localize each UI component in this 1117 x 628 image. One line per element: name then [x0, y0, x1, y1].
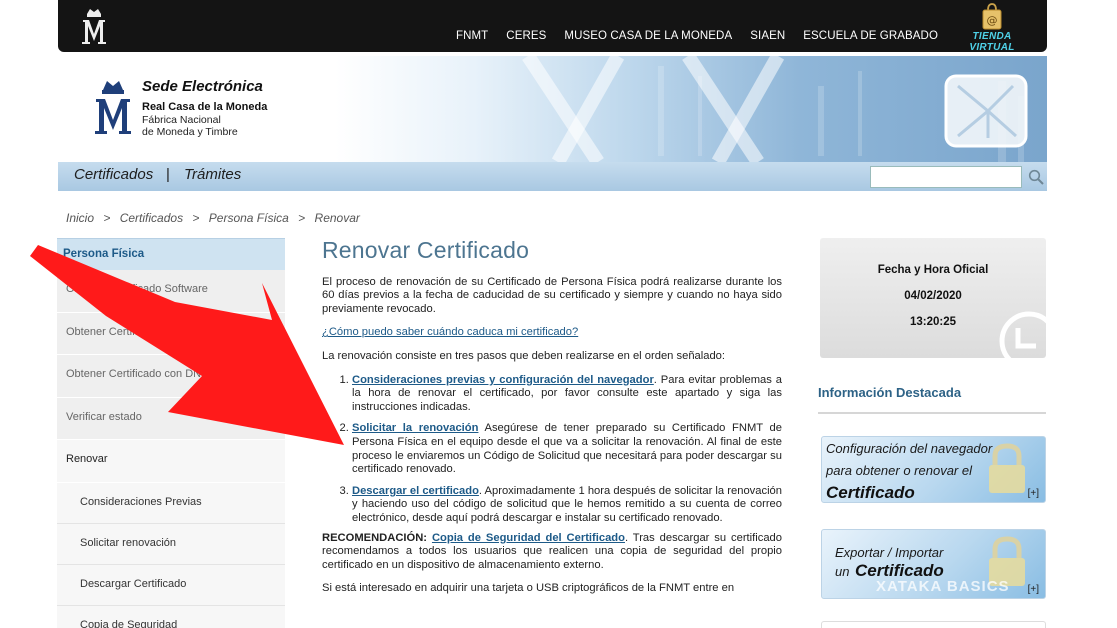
promo-configuracion[interactable]: Configuración del navegador para obtener…: [821, 436, 1046, 503]
promo2-plus[interactable]: [+]: [1028, 584, 1039, 595]
step-link-solicitar[interactable]: Solicitar la renovación: [352, 422, 478, 434]
header-banner: Sede Electrónica Real Casa de la Moneda …: [58, 56, 1047, 162]
sidebar-sub-descargar[interactable]: Descargar Certificado: [57, 564, 285, 606]
main-nav: Certificados | Trámites: [58, 162, 1047, 191]
breadcrumb-sep: >: [103, 211, 111, 225]
site-title-block: Sede Electrónica Real Casa de la Moneda …: [142, 78, 267, 138]
chip-icon: [944, 74, 1028, 148]
site-org: Real Casa de la Moneda: [142, 101, 268, 113]
nav-certificados[interactable]: Certificados: [74, 166, 153, 183]
nav-tramites[interactable]: Trámites: [184, 166, 241, 183]
step-link-consideraciones[interactable]: Consideraciones previas y configuración …: [352, 374, 654, 386]
sidebar-item-dnie[interactable]: Obtener Certificado con DNIe: [57, 355, 285, 398]
rec-label: RECOMENDACIÓN:: [322, 531, 428, 544]
sidebar-sub-copia[interactable]: Copia de Seguridad: [57, 605, 285, 628]
crown-m-logo-icon[interactable]: [78, 6, 110, 46]
promo1-plus[interactable]: [+]: [1028, 488, 1039, 499]
svg-text:@: @: [987, 14, 998, 27]
sidebar-sub-consideraciones[interactable]: Consideraciones Previas: [57, 482, 285, 524]
official-time-label: Fecha y Hora Oficial: [877, 264, 989, 276]
sidebar-item-software[interactable]: Obtener Certificado Software: [57, 270, 285, 313]
info-divider: [818, 412, 1046, 414]
sidebar-item-android[interactable]: Obtener Certificado con Android: [57, 312, 285, 355]
intro-paragraph: El proceso de renovación de su Certifica…: [322, 275, 782, 315]
promo1-line3: Certificado: [826, 483, 915, 502]
step-link-descargar[interactable]: Descargar el certificado: [352, 485, 479, 497]
step-item: Descargar el certificado. Aproximadament…: [352, 485, 782, 526]
breadcrumb-sep: >: [298, 211, 306, 225]
sidebar-item-renovar[interactable]: Renovar: [57, 440, 285, 483]
topnav-fnmt[interactable]: FNMT: [447, 30, 497, 42]
breadcrumb-certificados[interactable]: Certificados: [120, 211, 183, 225]
clock-icon: [999, 311, 1046, 358]
rec-link-copia[interactable]: Copia de Seguridad del Certificado: [432, 532, 625, 544]
recommendation: RECOMENDACIÓN: Copia de Seguridad del Ce…: [322, 532, 782, 573]
main-content: Renovar Certificado El proceso de renova…: [322, 237, 782, 606]
sidebar-sub-solicitar[interactable]: Solicitar renovación: [57, 523, 285, 565]
promo1-line1: Configuración del navegador: [826, 441, 993, 456]
steps-intro: La renovación consiste en tres pasos que…: [322, 349, 726, 362]
sidebar: Persona Física Obtener Certificado Softw…: [57, 238, 285, 628]
sidebar-item-verificar[interactable]: Verificar estado: [57, 397, 285, 440]
promo1-line2: para obtener o renovar el: [826, 463, 972, 478]
top-bar: FNMT CERES MUSEO CASA DE LA MONEDA SIAEN…: [58, 0, 1047, 53]
breadcrumb-inicio[interactable]: Inicio: [66, 211, 94, 225]
topnav-museo[interactable]: MUSEO CASA DE LA MONEDA: [555, 30, 741, 42]
topnav-escuela[interactable]: ESCUELA DE GRABADO: [794, 30, 947, 42]
site-sub1: Fábrica Nacional: [142, 114, 221, 126]
top-nav: FNMT CERES MUSEO CASA DE LA MONEDA SIAEN…: [447, 30, 947, 42]
site-title: Sede Electrónica: [142, 78, 263, 95]
bottom-box: [821, 621, 1046, 628]
breadcrumb: Inicio > Certificados > Persona Física >…: [66, 211, 366, 225]
step-item: Solicitar la renovación Asegúrese de ten…: [352, 422, 782, 476]
sidebar-heading[interactable]: Persona Física: [57, 238, 285, 270]
page-title: Renovar Certificado: [322, 237, 530, 263]
steps-list: Consideraciones previas y configuración …: [352, 374, 782, 526]
official-date: 04/02/2020: [904, 290, 962, 302]
official-time-box: Fecha y Hora Oficial 04/02/2020 13:20:25: [820, 238, 1046, 358]
watermark: XATAKA BASICS: [876, 578, 1010, 595]
promo2-line2: un: [835, 564, 850, 579]
caduca-link[interactable]: ¿Cómo puedo saber cuándo caduca mi certi…: [322, 326, 578, 338]
topnav-siaen[interactable]: SIAEN: [741, 30, 794, 42]
tienda-virtual-link[interactable]: @ TIENDA VIRTUAL: [950, 2, 1034, 53]
royal-mint-logo-icon[interactable]: [92, 78, 134, 136]
breadcrumb-sep: >: [192, 211, 200, 225]
breadcrumb-renovar: Renovar: [314, 211, 360, 225]
breadcrumb-persona-fisica[interactable]: Persona Física: [209, 211, 289, 225]
tienda-label: TIENDA VIRTUAL: [969, 31, 1015, 53]
info-title: Información Destacada: [818, 385, 962, 400]
promo2-line1: Exportar / Importar: [835, 545, 944, 560]
topnav-ceres[interactable]: CERES: [497, 30, 555, 42]
step-item: Consideraciones previas y configuración …: [352, 374, 782, 415]
search-icon[interactable]: [1028, 169, 1044, 185]
search-input[interactable]: [870, 166, 1022, 188]
shopping-bag-icon: @: [982, 3, 1002, 30]
site-sub2: de Moneda y Timbre: [142, 126, 238, 138]
nav-separator: |: [166, 166, 170, 183]
last-paragraph: Si está interesado en adquirir una tarje…: [322, 582, 735, 595]
